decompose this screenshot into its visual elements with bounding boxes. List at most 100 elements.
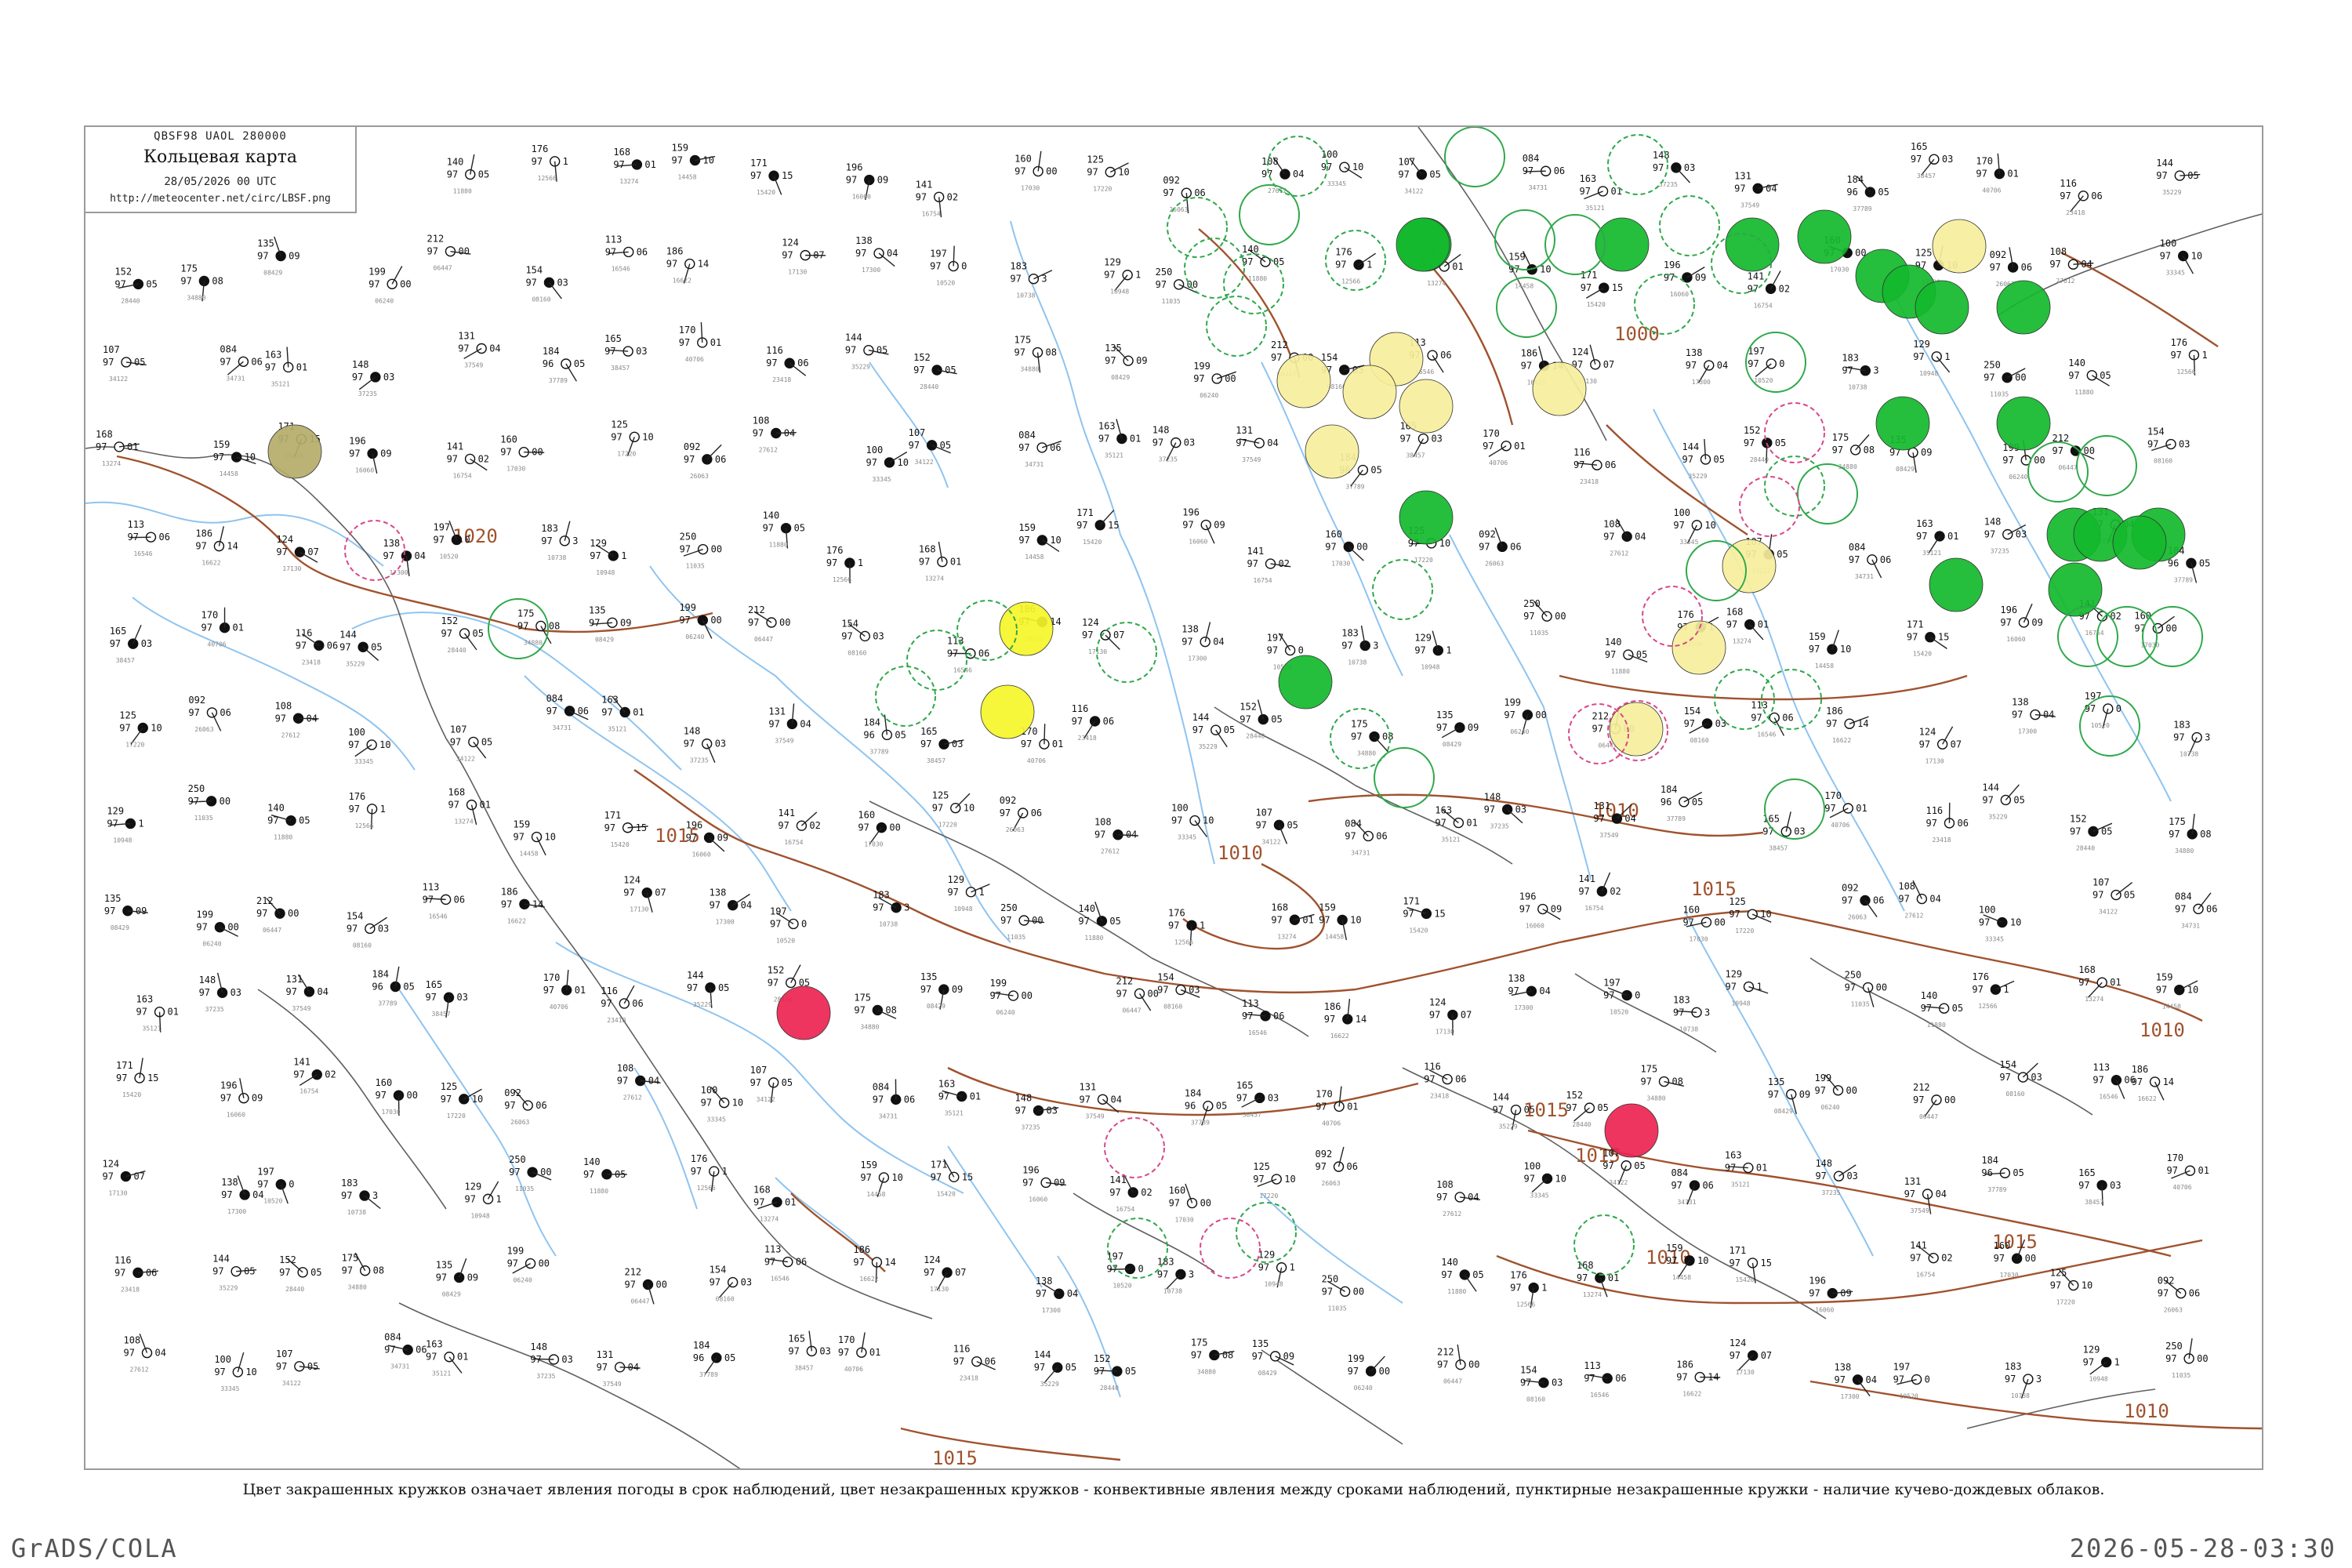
station-id: 34122 bbox=[2099, 909, 2118, 916]
station-value: 97 bbox=[1399, 434, 1410, 445]
station-value: 10 bbox=[1203, 815, 1214, 826]
station-plot: 14097 0511880 bbox=[267, 803, 310, 841]
station-value: 0 bbox=[1635, 990, 1640, 1001]
station-id: 34731 bbox=[1351, 849, 1370, 856]
station-value: 97 bbox=[860, 1172, 871, 1183]
station-plot: 17597 0834880 bbox=[1014, 335, 1057, 373]
station-value: 06 bbox=[1455, 1074, 1466, 1085]
station-id: 17220 bbox=[447, 1112, 466, 1120]
station-id: 17220 bbox=[1093, 186, 1112, 193]
station-id: 10948 bbox=[1265, 1281, 1283, 1288]
station-value: 212 bbox=[624, 1267, 641, 1278]
station-plot: 18397 310738 bbox=[2005, 1361, 2042, 1399]
station-value: 00 bbox=[1555, 611, 1566, 622]
station-id: 34731 bbox=[553, 724, 572, 731]
station-plot: 160970017030 bbox=[376, 1077, 418, 1116]
station-id: 06447 bbox=[263, 927, 281, 934]
station-id: 13274 bbox=[1583, 1291, 1602, 1298]
station-value: 01 bbox=[1452, 261, 1463, 272]
station-value: 97 bbox=[2049, 259, 2060, 270]
station-value: 09 bbox=[252, 1093, 263, 1104]
station-plot: 165970338457 bbox=[1911, 141, 1953, 180]
station-value: 168 bbox=[613, 147, 630, 158]
weather-fill-circle bbox=[1604, 1103, 1659, 1158]
station-value: 250 bbox=[680, 532, 697, 543]
station-id: 35121 bbox=[1105, 452, 1123, 459]
station-value: 97 bbox=[753, 428, 764, 439]
station-value: 04 bbox=[1866, 1374, 1877, 1385]
station-value: 152 bbox=[768, 965, 785, 976]
station-plot: 19997 0006240 bbox=[368, 266, 412, 304]
station-id: 06447 bbox=[1443, 1378, 1462, 1385]
station-plot: 171971515420 bbox=[604, 810, 648, 848]
station-value: 01 bbox=[575, 985, 586, 996]
station-value: 97 bbox=[853, 1257, 864, 1268]
station-value: 97 bbox=[1436, 1192, 1447, 1203]
station-value: 175 bbox=[854, 992, 871, 1003]
station-value: 171 bbox=[604, 810, 622, 821]
station-value: 06 bbox=[2189, 1288, 2200, 1299]
station-value: 97 bbox=[2000, 617, 2011, 628]
station-id: 10948 bbox=[953, 906, 972, 913]
station-value: 97 bbox=[597, 1362, 608, 1373]
station-value: 97 bbox=[1999, 1072, 2010, 1083]
station-layer: 14097 051188017697 11256616897 011327415997… bbox=[96, 141, 2217, 1403]
station-value: 06 bbox=[1440, 350, 1451, 361]
station-id: 23418 bbox=[121, 1286, 140, 1293]
station-value: 196 bbox=[1182, 507, 1200, 518]
station-value: 97 bbox=[383, 550, 394, 561]
station-plot: 12997 110948 bbox=[465, 1181, 502, 1219]
station-id: 11880 bbox=[769, 542, 788, 549]
station-value: 154 bbox=[1520, 1365, 1537, 1376]
station-value: 124 bbox=[782, 238, 799, 249]
station-value: 97 bbox=[1809, 644, 1820, 655]
station-value: 97 bbox=[1682, 916, 1693, 927]
station-value: 97 bbox=[947, 887, 958, 898]
station-value: 10 bbox=[1352, 162, 1363, 172]
station-plot: 14097 0511880 bbox=[447, 154, 489, 195]
station-value: 97 bbox=[347, 923, 358, 934]
station-value: 97 bbox=[1504, 710, 1515, 720]
station-value: 15 bbox=[1108, 520, 1119, 531]
station-marker bbox=[1684, 1255, 1695, 1266]
station-value: 175 bbox=[2169, 816, 2186, 827]
station-id: 14458 bbox=[866, 1191, 885, 1198]
station-plot: 16397 0135121 bbox=[1916, 518, 1958, 557]
station-value: 97 bbox=[1734, 183, 1745, 194]
station-plot: 160970017030 bbox=[1169, 1183, 1211, 1224]
station-id: 06240 bbox=[375, 297, 394, 304]
station-value: 04 bbox=[741, 900, 752, 911]
station-value: 163 bbox=[426, 1339, 443, 1350]
station-value: 148 bbox=[530, 1341, 547, 1352]
station-id: 17130 bbox=[1436, 1029, 1454, 1036]
station-marker bbox=[141, 1347, 153, 1359]
station-id: 17300 bbox=[227, 1208, 246, 1215]
station-id: 11880 bbox=[2074, 389, 2093, 396]
station-value: 97 bbox=[517, 620, 528, 631]
station-value: 97 bbox=[1191, 1349, 1202, 1360]
station-value: 170 bbox=[1824, 790, 1842, 801]
station-value: 108 bbox=[1898, 881, 1915, 892]
station-value: 09 bbox=[877, 175, 888, 186]
station-value: 250 bbox=[1984, 360, 2001, 371]
station-plot: 14497 0535229 bbox=[2156, 158, 2201, 196]
station-id: 23418 bbox=[302, 659, 321, 666]
station-plot: 184960537789 bbox=[543, 346, 585, 384]
station-value: 97 bbox=[2078, 977, 2089, 988]
station-value: 00 bbox=[540, 1167, 551, 1178]
station-value: 97 bbox=[448, 800, 459, 811]
station-value: 10 bbox=[732, 1098, 743, 1109]
station-value: 05 bbox=[794, 523, 805, 534]
station-value: 01 bbox=[633, 706, 644, 717]
station-value: 165 bbox=[788, 1333, 805, 1344]
station-plot: 125971017220 bbox=[1729, 896, 1771, 935]
station-id: 08160 bbox=[1163, 1004, 1182, 1011]
station-id: 35229 bbox=[1988, 813, 2007, 820]
station-value: 1 bbox=[858, 557, 863, 568]
source-url[interactable]: http://meteocenter.net/circ/LBSF.png bbox=[85, 193, 355, 205]
station-value: 97 bbox=[348, 739, 359, 750]
station-value: 183 bbox=[341, 1178, 358, 1189]
station-id: 16622 bbox=[859, 1276, 878, 1283]
station-value: 97 bbox=[1267, 645, 1278, 656]
weather-fill-circle bbox=[1725, 217, 1780, 272]
